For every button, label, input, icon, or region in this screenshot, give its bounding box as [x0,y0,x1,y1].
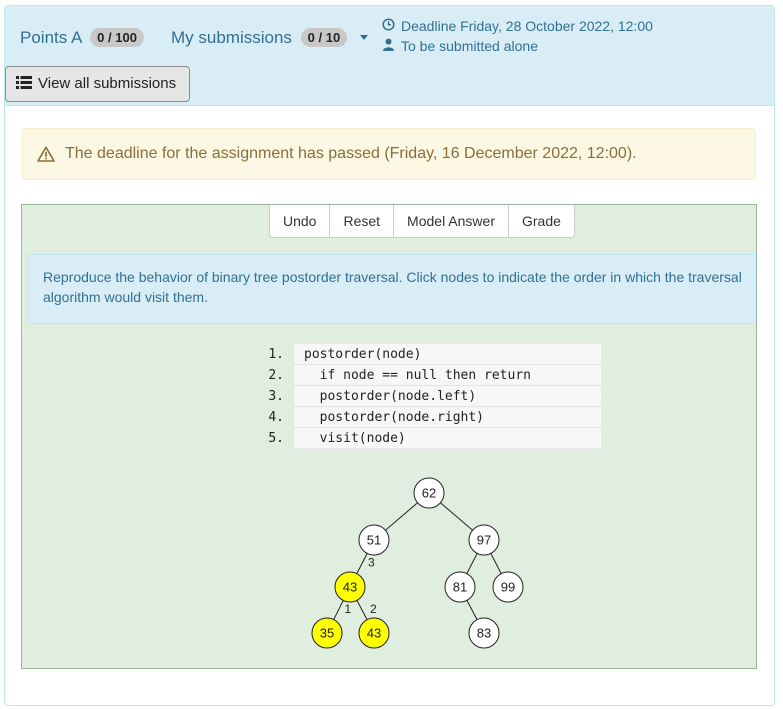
deadline-text: Deadline Friday, 28 October 2022, 12:00 [401,18,653,34]
user-icon [381,38,395,54]
tree-node-value: 35 [320,626,334,641]
list-icon [16,68,32,89]
points-link[interactable]: Points A 0 / 100 [20,28,144,48]
submit-mode-info: To be submitted alone [381,38,538,54]
exercise-area: Undo Reset Model Answer Grade Reproduce … [21,204,757,669]
tree-node-value: 43 [343,580,357,595]
tree-node-value: 51 [367,533,381,548]
binary-tree: 3 1 2 62 51 97 43 81 99 35 43 83 [311,477,524,649]
tree-node-value: 83 [477,626,491,641]
tree-node[interactable]: 97 [468,524,500,556]
deadline-passed-alert: The deadline for the assignment has pass… [22,128,756,180]
points-badge: 0 / 100 [90,28,144,47]
view-all-label: View all submissions [38,75,177,92]
visit-order-label: 3 [368,556,375,570]
warning-icon [37,146,55,167]
visit-order-label: 1 [345,602,352,616]
exercise-panel: Points A 0 / 100 My submissions 0 / 10 D… [4,5,775,706]
tree-node-value: 99 [501,580,515,595]
submit-mode-text: To be submitted alone [401,38,538,54]
view-all-submissions-button[interactable]: View all submissions [5,66,190,102]
tree-node[interactable]: 43 [358,617,390,649]
tree-node[interactable]: 83 [468,617,500,649]
clock-icon [381,18,395,34]
tree-node-value: 97 [477,533,491,548]
tree-node[interactable]: 43 [334,571,366,603]
exercise-header: Points A 0 / 100 My submissions 0 / 10 D… [5,6,774,106]
tree-node-value: 43 [367,626,381,641]
visit-order-label: 2 [370,602,377,616]
tree-node[interactable]: 99 [492,571,524,603]
submissions-label: My submissions [171,28,292,47]
tree-node-value: 81 [453,580,467,595]
tree-node-value: 62 [422,486,436,501]
caret-down-icon [359,35,368,40]
submissions-badge: 0 / 10 [300,28,348,47]
points-label: Points A [20,28,82,47]
tree-node[interactable]: 51 [358,524,390,556]
submissions-dropdown[interactable]: My submissions 0 / 10 [171,28,368,48]
deadline-info: Deadline Friday, 28 October 2022, 12:00 [381,18,653,34]
alert-text: The deadline for the assignment has pass… [65,145,637,162]
tree-node[interactable]: 35 [311,617,343,649]
tree-node[interactable]: 81 [444,571,476,603]
tree-node[interactable]: 62 [413,477,445,509]
